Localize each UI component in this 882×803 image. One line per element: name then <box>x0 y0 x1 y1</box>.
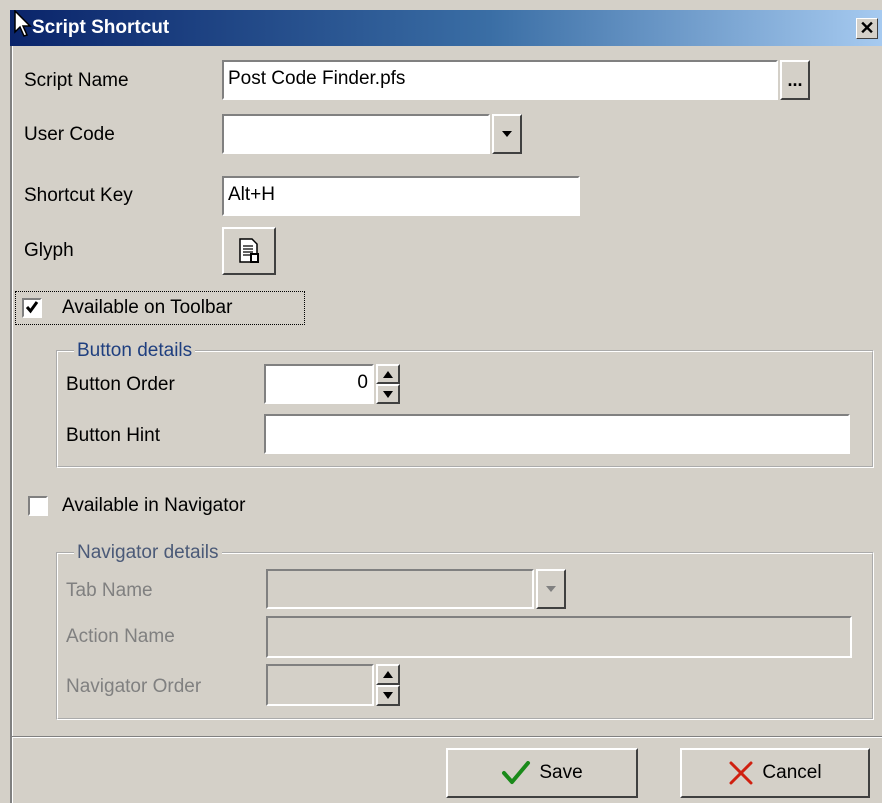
script-name-label: Script Name <box>24 70 129 91</box>
glyph-label: Glyph <box>24 240 74 261</box>
arrow-down-icon <box>383 692 393 699</box>
tab-name-select[interactable] <box>266 569 534 609</box>
button-hint-label: Button Hint <box>66 425 160 446</box>
save-button-label: Save <box>539 762 583 783</box>
navigator-order-input[interactable] <box>266 664 374 706</box>
document-icon <box>239 238 259 263</box>
spinner-down-button[interactable] <box>376 685 400 706</box>
save-button[interactable]: Save <box>446 748 638 798</box>
browse-button[interactable]: ... <box>780 60 810 100</box>
button-order-input[interactable]: 0 <box>264 364 374 404</box>
cancel-button-label: Cancel <box>762 762 822 783</box>
shortcut-key-label: Shortcut Key <box>24 185 133 206</box>
ellipsis-icon: ... <box>787 70 803 90</box>
navigator-order-spinner[interactable] <box>376 664 400 706</box>
navigator-details-legend: Navigator details <box>74 542 222 564</box>
footer-separator-highlight <box>12 737 882 738</box>
user-code-select[interactable] <box>222 114 490 154</box>
spinner-down-button[interactable] <box>376 384 400 404</box>
navigator-order-label: Navigator Order <box>66 676 202 697</box>
arrow-up-icon <box>383 371 393 378</box>
arrow-down-icon <box>383 391 393 398</box>
button-order-label: Button Order <box>66 374 175 395</box>
cancel-button[interactable]: Cancel <box>680 748 870 798</box>
tab-name-dropdown-button[interactable] <box>536 569 566 609</box>
button-hint-input[interactable] <box>264 414 850 454</box>
toolbar-checkbox-label: Available on Toolbar <box>62 297 233 318</box>
shortcut-key-input[interactable]: Alt+H <box>222 176 580 216</box>
close-button[interactable]: ✕ <box>856 18 878 39</box>
tab-name-label: Tab Name <box>66 580 153 601</box>
navigator-checkbox[interactable] <box>28 496 48 516</box>
window-frame-left-inner <box>12 46 13 803</box>
button-order-spinner[interactable] <box>376 364 400 404</box>
action-name-input[interactable] <box>266 616 852 658</box>
window-title: Script Shortcut <box>32 17 170 38</box>
button-details-legend: Button details <box>74 340 196 362</box>
chevron-down-icon <box>502 131 512 137</box>
checkmark-icon <box>502 761 531 784</box>
arrow-up-icon <box>383 671 393 678</box>
script-name-input[interactable]: Post Code Finder.pfs <box>222 60 778 100</box>
user-code-label: User Code <box>24 124 115 145</box>
x-icon <box>729 761 753 785</box>
glyph-button[interactable] <box>222 227 276 275</box>
spinner-up-button[interactable] <box>376 364 400 384</box>
spinner-up-button[interactable] <box>376 664 400 685</box>
action-name-label: Action Name <box>66 626 175 647</box>
navigator-checkbox-label: Available in Navigator <box>62 495 246 516</box>
close-icon: ✕ <box>859 18 875 38</box>
toolbar-checkbox[interactable] <box>22 298 42 318</box>
check-icon <box>25 301 39 314</box>
user-code-dropdown-button[interactable] <box>492 114 522 154</box>
mouse-cursor-icon <box>14 9 32 43</box>
chevron-down-icon <box>546 586 556 592</box>
title-bar[interactable]: Script Shortcut ✕ <box>10 10 882 46</box>
